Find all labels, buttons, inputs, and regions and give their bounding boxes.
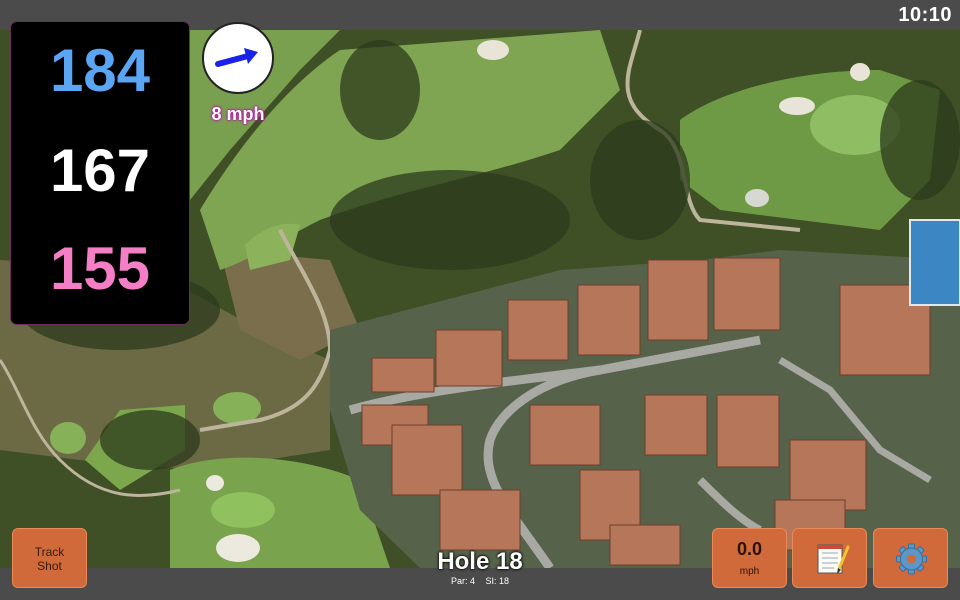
arrow-icon	[215, 48, 258, 67]
speed-value: 0.0	[736, 539, 763, 559]
notepad-icon	[817, 544, 850, 574]
hole-stroke-index: SI: 18	[485, 576, 510, 586]
hole-info: Par: 4 SI: 18	[380, 576, 580, 586]
back-yardage: 184	[49, 37, 151, 104]
middle-yardage: 167	[49, 137, 151, 204]
wind-direction-dial[interactable]	[202, 22, 274, 94]
notes-button[interactable]	[792, 528, 867, 588]
track-shot-button[interactable]: Track Shot	[12, 528, 87, 588]
hole-par: Par: 4	[450, 576, 475, 586]
clock: 10:10	[898, 4, 952, 26]
track-shot-label-line2: Shot	[37, 559, 62, 573]
settings-button[interactable]	[873, 528, 948, 588]
gear-icon	[896, 543, 927, 575]
yardage-panel: 184 167 155	[11, 22, 189, 324]
wind-speed-label: 8 mph	[211, 104, 265, 124]
hole-title: Hole 18	[437, 548, 523, 575]
track-shot-label-line1: Track	[34, 545, 65, 559]
speed-unit: mph	[739, 566, 760, 577]
front-yardage: 155	[49, 235, 151, 302]
speed-button[interactable]: 0.0 mph	[712, 528, 787, 588]
